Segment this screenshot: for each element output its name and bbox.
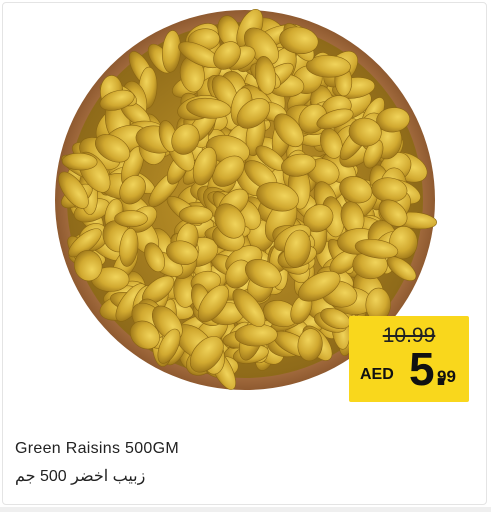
divider — [0, 507, 491, 512]
currency-label: AED — [360, 366, 394, 383]
price-decimal: 99 — [437, 367, 456, 386]
product-title-en: Green Raisins 500GM — [15, 440, 179, 457]
price-tag: 10.99 AED 5. 99 — [349, 316, 469, 402]
product-title-ar: زبيب اخضر 500 جم — [15, 468, 146, 485]
